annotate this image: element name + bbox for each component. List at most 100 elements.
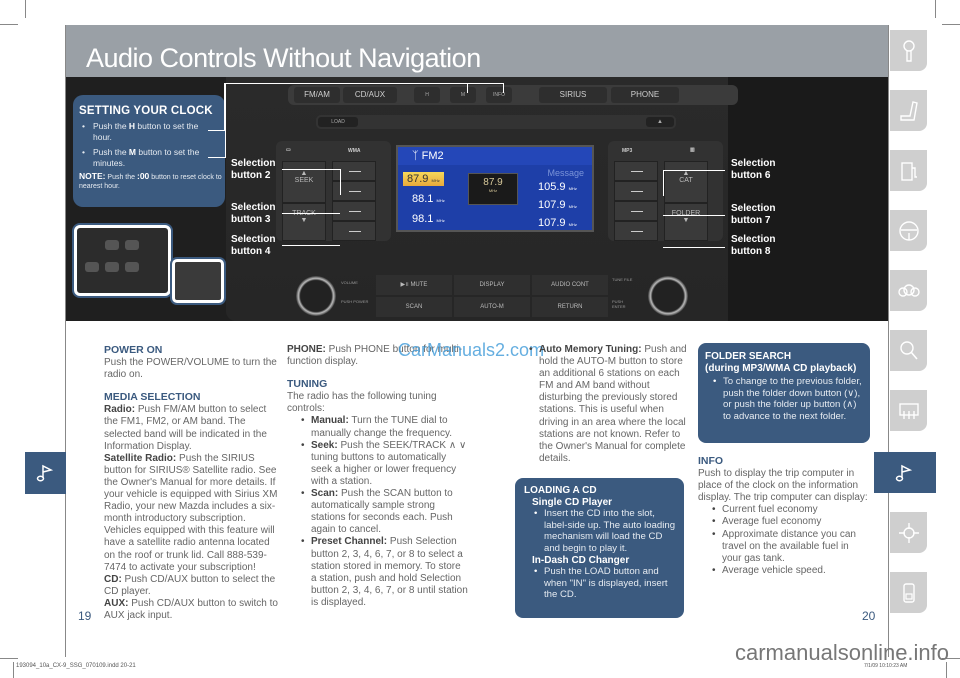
selection-button-3[interactable] — [332, 201, 376, 221]
audio-cont-button[interactable]: AUDIO CONT — [532, 275, 608, 295]
fm-am-button[interactable]: FM/AM — [294, 87, 340, 103]
list-item: Preset Channel: Push Selection button 2,… — [299, 536, 469, 609]
watermark: CarManuals2.com — [398, 340, 545, 360]
info-button[interactable]: INFO — [486, 87, 512, 103]
left-section-tab[interactable] — [25, 452, 66, 494]
power-volume-knob[interactable] — [296, 276, 336, 316]
tab-audio[interactable] — [874, 452, 936, 493]
selection-button-7[interactable] — [614, 201, 658, 221]
climate-icon — [898, 402, 919, 419]
section-heading: MEDIA SELECTION — [104, 391, 201, 404]
tab-keys[interactable] — [890, 30, 927, 71]
list-item: Average fuel economy — [710, 516, 868, 528]
callout-line — [663, 215, 725, 216]
callout-line — [467, 83, 468, 93]
track-button[interactable]: TRACK▼ — [282, 203, 326, 241]
load-button[interactable]: LOAD — [318, 117, 358, 127]
antenna-icon: ᛉ — [412, 150, 422, 162]
list-item: Manual: Turn the TUNE dial to manually c… — [299, 415, 469, 439]
steering-wheel-photo — [172, 259, 224, 303]
cd-aux-button[interactable]: CD/AUX — [343, 87, 397, 103]
auto-m-button[interactable]: AUTO-M — [454, 297, 530, 317]
selection-button-4[interactable] — [332, 221, 376, 241]
band-label: FM2 — [421, 150, 444, 162]
tab-climate[interactable] — [890, 390, 927, 431]
callout-selection-6: Selection button 6 — [731, 158, 776, 181]
preset-freq: 98.1 MHz — [412, 213, 445, 225]
tab-gauges[interactable] — [890, 270, 927, 311]
scan-button[interactable]: SCAN — [376, 297, 452, 317]
list-item: Current fuel economy — [710, 504, 868, 516]
key-icon — [902, 39, 915, 62]
paragraph: Radio: Push FM/AM button to select the F… — [104, 404, 267, 452]
list-item: Auto Memory Tuning: Push and hold the AU… — [527, 344, 691, 465]
tab-phone[interactable] — [890, 572, 927, 613]
mp3-label: MP3 — [622, 148, 633, 154]
folder-search-box: FOLDER SEARCH (during MP3/WMA CD playbac… — [698, 343, 870, 443]
column-1: POWER ON Push the POWER/VOLUME to turn t… — [104, 344, 282, 622]
clock-note: NOTE: Push the :00 button to reset clock… — [79, 171, 222, 191]
preset-freq: 107.9 MHz — [538, 199, 577, 211]
footer-date: 7/1/09 10:10:23 AM — [864, 663, 908, 669]
selection-button-8[interactable] — [614, 221, 658, 241]
callout-line — [340, 169, 341, 195]
section-heading: INFO — [698, 455, 724, 467]
steering-button — [125, 240, 139, 250]
minute-button[interactable]: M — [450, 87, 476, 103]
current-frequency: 87.9 MHz — [468, 173, 518, 205]
callout-line — [208, 130, 226, 131]
folder-button[interactable]: FOLDER ▼ — [664, 203, 708, 241]
callout-selection-8: Selection button 8 — [731, 234, 776, 257]
screen-header: ᛉ FM2 — [398, 147, 592, 165]
footer-filename: 193094_10a_CX-9_SSG_070109.indd 20-21 — [16, 663, 136, 669]
music-note-icon — [895, 464, 913, 481]
page-title: Audio Controls Without Navigation — [86, 43, 481, 73]
page-number-left: 19 — [78, 609, 92, 623]
paragraph: AUX: Push CD/AUX button to switch to AUX… — [104, 597, 278, 621]
callout-line — [225, 131, 226, 158]
steering-button — [85, 262, 99, 272]
hour-button[interactable]: H — [414, 87, 440, 103]
paragraph: Push to display the trip computer in pla… — [698, 468, 868, 504]
page-number-right: 20 — [862, 609, 876, 623]
steering-button — [105, 262, 119, 272]
list-item: Push the LOAD button and when "IN" is di… — [532, 566, 678, 601]
phone-button[interactable]: PHONE — [611, 87, 679, 103]
tab-steering[interactable] — [890, 210, 927, 251]
return-button[interactable]: RETURN — [532, 297, 608, 317]
display-button[interactable]: DISPLAY — [454, 275, 530, 295]
cat-label: CAT — [679, 177, 693, 184]
section-heading: POWER ON — [104, 344, 163, 356]
preset-freq-selected: 87.9 MHz — [403, 172, 444, 186]
selection-button-6[interactable] — [614, 181, 658, 201]
callout-line — [282, 169, 340, 170]
tab-search[interactable] — [890, 330, 927, 371]
callout-line — [663, 247, 725, 248]
callout-selection-4: Selection button 4 — [231, 234, 276, 257]
seek-button[interactable]: ▲ SEEK — [282, 161, 326, 203]
sirius-button[interactable]: SIRIUS — [539, 87, 607, 103]
mute-button[interactable]: ▶॥ MUTE — [376, 275, 452, 295]
crop-mark — [0, 24, 18, 25]
tab-fuel[interactable] — [890, 150, 927, 191]
selection-button-2[interactable] — [332, 181, 376, 201]
callout-selection-3: Selection button 3 — [231, 202, 276, 225]
eject-button[interactable]: ▲ — [646, 117, 674, 127]
cat-button[interactable]: ▲ CAT — [664, 161, 708, 203]
crop-mark — [935, 0, 936, 18]
selection-button-1[interactable] — [332, 161, 376, 181]
callout-line — [503, 83, 504, 93]
box-subtitle: (during MP3/WMA CD playback) — [705, 362, 857, 374]
box-title: FOLDER SEARCH — [705, 351, 792, 362]
list-item: Average vehicle speed. — [710, 565, 868, 577]
tab-navigation[interactable] — [890, 512, 927, 553]
clock-item-minute: Push the M button to set the minutes. — [79, 147, 207, 169]
seat-icon — [899, 100, 918, 121]
tune-file-knob[interactable] — [648, 276, 688, 316]
tab-seats[interactable] — [890, 90, 927, 131]
box-subtitle: Single CD Player — [532, 496, 613, 508]
preset-freq: 88.1 MHz — [412, 193, 445, 205]
push-power-label: PUSH POWER — [341, 299, 369, 304]
selection-button-5[interactable] — [614, 161, 658, 181]
aux-icon: ▭ — [286, 147, 291, 153]
